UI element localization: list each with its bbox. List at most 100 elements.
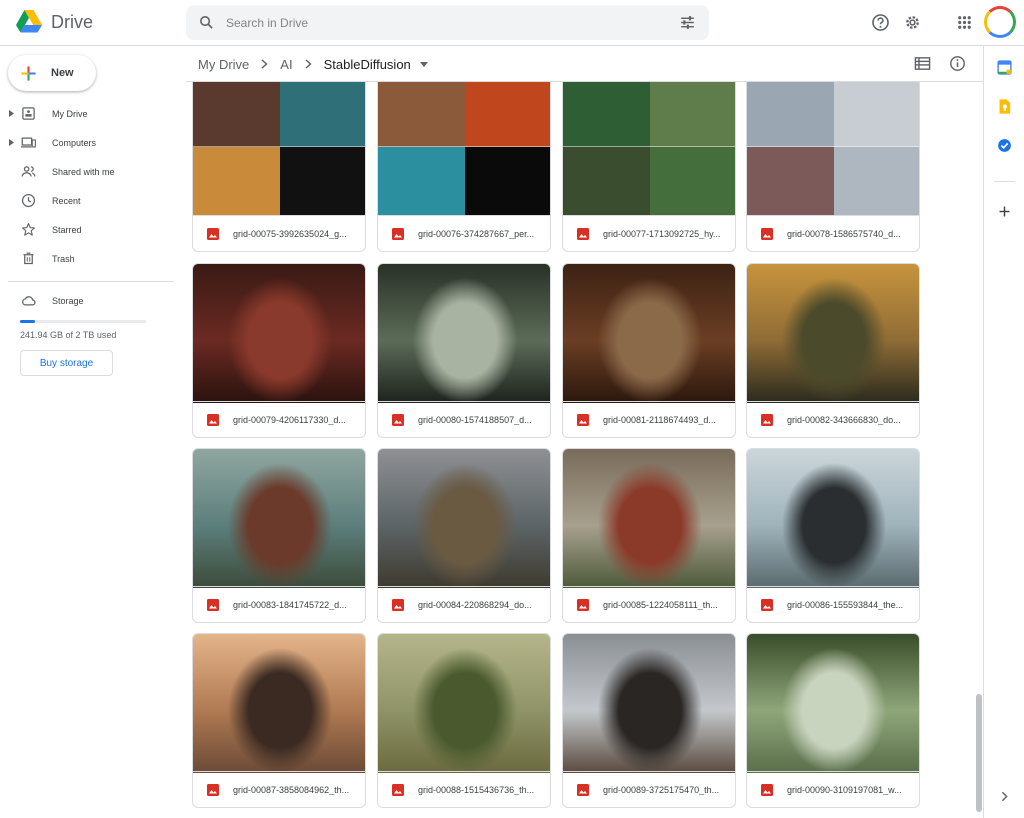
file-thumbnail[interactable] (747, 449, 919, 588)
file-name-row[interactable]: grid-00089-3725175470_th... (563, 771, 735, 807)
drive-logo-icon[interactable] (16, 9, 42, 35)
file-name: grid-00075-3992635024_g... (233, 228, 347, 239)
chevron-down-icon[interactable] (419, 61, 428, 67)
file-name-row[interactable]: grid-00079-4206117330_d... (193, 401, 365, 437)
side-panel (983, 46, 1024, 818)
file-thumbnail[interactable] (563, 82, 735, 216)
image-file-icon (392, 413, 404, 426)
image-file-icon (577, 413, 589, 426)
file-thumbnail[interactable] (378, 82, 550, 216)
side-panel-divider (994, 181, 1015, 182)
account-avatar[interactable] (984, 6, 1016, 38)
sidebar-item-shared-with-me[interactable]: Shared with me (0, 157, 175, 186)
trash-icon (23, 252, 34, 265)
apps-grid-icon[interactable] (955, 13, 974, 32)
file-thumbnail[interactable] (378, 634, 550, 773)
sidebar-divider (8, 281, 174, 282)
file-card[interactable]: grid-00077-1713092725_hy... (562, 82, 736, 252)
file-name-row[interactable]: grid-00087-3858084962_th... (193, 771, 365, 807)
file-thumbnail[interactable] (747, 264, 919, 403)
file-card[interactable]: grid-00087-3858084962_th... (192, 633, 366, 808)
file-name-row[interactable]: grid-00080-1574188507_d... (378, 401, 550, 437)
file-thumbnail[interactable] (747, 634, 919, 773)
file-name-row[interactable]: grid-00083-1841745722_d... (193, 586, 365, 622)
file-name-row[interactable]: grid-00077-1713092725_hy... (563, 215, 735, 251)
add-addon-icon[interactable] (996, 203, 1013, 220)
app-name[interactable]: Drive (51, 12, 93, 33)
file-card[interactable]: grid-00089-3725175470_th... (562, 633, 736, 808)
search-icon[interactable] (198, 14, 215, 31)
file-card[interactable]: grid-00086-155593844_the... (746, 448, 920, 623)
file-card[interactable]: grid-00080-1574188507_d... (377, 263, 551, 438)
keep-icon[interactable] (996, 98, 1013, 115)
file-card[interactable]: grid-00081-2118674493_d... (562, 263, 736, 438)
file-card[interactable]: grid-00075-3992635024_g... (192, 82, 366, 252)
file-card[interactable]: grid-00084-220868294_do... (377, 448, 551, 623)
storage-usage-bar (20, 320, 146, 323)
tasks-icon[interactable] (996, 137, 1013, 154)
calendar-icon[interactable] (996, 59, 1013, 76)
breadcrumb-item-ai[interactable]: AI (280, 57, 292, 72)
file-card[interactable]: grid-00090-3109197081_w... (746, 633, 920, 808)
image-file-icon (761, 227, 773, 240)
file-name-row[interactable]: grid-00078-1586575740_d... (747, 215, 919, 251)
file-card[interactable]: grid-00078-1586575740_d... (746, 82, 920, 252)
file-name-row[interactable]: grid-00085-1224058111_th... (563, 586, 735, 622)
file-name: grid-00089-3725175470_th... (603, 784, 720, 795)
clock-icon (21, 193, 36, 208)
cloud-icon (22, 296, 36, 306)
file-name-row[interactable]: grid-00088-1515436736_th... (378, 771, 550, 807)
file-card[interactable]: grid-00082-343666830_do... (746, 263, 920, 438)
buy-storage-button[interactable]: Buy storage (20, 350, 113, 376)
expand-arrow-icon[interactable] (9, 139, 14, 146)
file-thumbnail[interactable] (193, 634, 365, 773)
file-name-row[interactable]: grid-00081-2118674493_d... (563, 401, 735, 437)
file-card[interactable]: grid-00079-4206117330_d... (192, 263, 366, 438)
file-thumbnail[interactable] (378, 264, 550, 403)
vertical-scrollbar[interactable] (976, 694, 982, 812)
file-thumbnail[interactable] (563, 449, 735, 588)
sidebar-item-my-drive[interactable]: My Drive (0, 99, 175, 128)
file-name-row[interactable]: grid-00075-3992635024_g... (193, 215, 365, 251)
file-thumbnail[interactable] (747, 82, 919, 216)
sidebar-item-recent[interactable]: Recent (0, 186, 175, 215)
storage-usage-fill (20, 320, 36, 323)
file-name-row[interactable]: grid-00084-220868294_do... (378, 586, 550, 622)
expand-arrow-icon[interactable] (9, 110, 14, 117)
file-thumbnail[interactable] (193, 264, 365, 403)
file-name: grid-00083-1841745722_d... (233, 599, 347, 610)
gear-icon[interactable] (903, 13, 922, 32)
file-thumbnail[interactable] (563, 264, 735, 403)
file-card[interactable]: grid-00088-1515436736_th... (377, 633, 551, 808)
breadcrumb-current-folder[interactable]: StableDiffusion (324, 57, 411, 72)
sidebar-item-starred[interactable]: Starred (0, 215, 175, 244)
sidebar-item-label: Computers (52, 138, 97, 148)
list-view-icon[interactable] (914, 56, 931, 71)
file-card[interactable]: grid-00085-1224058111_th... (562, 448, 736, 623)
file-thumbnail[interactable] (193, 82, 365, 216)
chevron-right-icon[interactable] (996, 788, 1013, 805)
file-thumbnail[interactable] (378, 449, 550, 588)
file-name-row[interactable]: grid-00076-374287667_per... (378, 215, 550, 251)
file-card[interactable]: grid-00083-1841745722_d... (192, 448, 366, 623)
sidebar-item-computers[interactable]: Computers (0, 128, 175, 157)
search-options-icon[interactable] (679, 14, 696, 31)
breadcrumb-item-my-drive[interactable]: My Drive (198, 57, 249, 72)
plus-icon (21, 65, 36, 81)
image-file-icon (207, 227, 219, 240)
file-thumbnail[interactable] (563, 634, 735, 773)
info-icon[interactable] (949, 55, 966, 72)
new-button[interactable]: New (8, 55, 96, 91)
search-input[interactable] (226, 13, 646, 33)
search-bar[interactable] (186, 5, 709, 40)
file-card[interactable]: grid-00076-374287667_per... (377, 82, 551, 252)
file-name-row[interactable]: grid-00086-155593844_the... (747, 586, 919, 622)
file-name-row[interactable]: grid-00090-3109197081_w... (747, 771, 919, 807)
image-file-icon (577, 783, 589, 796)
file-thumbnail[interactable] (193, 449, 365, 588)
help-icon[interactable] (871, 13, 890, 32)
sidebar-item-trash[interactable]: Trash (0, 244, 175, 273)
file-name-row[interactable]: grid-00082-343666830_do... (747, 401, 919, 437)
image-file-icon (761, 783, 773, 796)
chevron-right-icon (305, 59, 312, 69)
